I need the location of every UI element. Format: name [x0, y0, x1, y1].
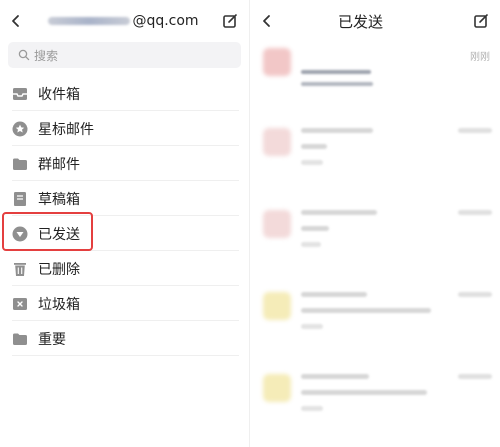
folder-spam[interactable]: 垃圾箱 — [0, 286, 249, 321]
blurred-sender — [301, 128, 373, 133]
folder-label: 星标邮件 — [38, 121, 94, 138]
compose-icon — [474, 14, 488, 28]
star-icon — [12, 121, 28, 137]
right-topbar: 已发送 — [251, 0, 500, 42]
blurred-time — [458, 374, 492, 379]
blurred-preview — [301, 160, 323, 165]
search-icon — [18, 49, 30, 61]
blurred-subject — [301, 70, 371, 74]
blurred-preview — [301, 324, 323, 329]
blurred-account-name — [48, 17, 131, 25]
folder-label: 垃圾箱 — [38, 296, 80, 313]
list-item[interactable]: 刚刚 — [251, 42, 500, 122]
account-domain: @qq.com — [132, 13, 199, 29]
avatar — [263, 292, 291, 320]
folder-important[interactable]: 重要 — [0, 321, 249, 356]
avatar — [263, 48, 291, 76]
spam-icon — [12, 296, 28, 312]
avatar — [263, 128, 291, 156]
blurred-subject — [301, 390, 427, 395]
folder-starred[interactable]: 星标邮件 — [0, 111, 249, 146]
blurred-subject — [301, 226, 329, 231]
draft-icon — [12, 191, 28, 207]
folder-label: 重要 — [38, 331, 66, 348]
mail-time: 刚刚 — [470, 52, 490, 63]
folder-label: 草稿箱 — [38, 191, 80, 208]
blurred-subject — [301, 144, 327, 149]
right-pane: 已发送 刚刚 — [251, 0, 500, 447]
list-item[interactable] — [251, 204, 500, 286]
blurred-time — [458, 128, 492, 133]
left-pane: @qq.com 搜索 收件箱 星标邮件 群邮件 草稿箱 已发送 已删除 垃圾箱 … — [0, 0, 250, 447]
folder-drafts[interactable]: 草稿箱 — [0, 181, 249, 216]
folder-label: 收件箱 — [38, 86, 80, 103]
blurred-sender — [301, 374, 369, 379]
blurred-sender — [301, 210, 377, 215]
folder-deleted[interactable]: 已删除 — [0, 251, 249, 286]
back-button[interactable] — [4, 9, 28, 33]
account-address[interactable]: @qq.com — [28, 13, 219, 29]
list-item[interactable] — [251, 122, 500, 204]
folder-inbox[interactable]: 收件箱 — [0, 76, 249, 111]
blurred-time — [458, 210, 492, 215]
blurred-preview — [301, 242, 321, 247]
chevron-left-icon — [12, 15, 19, 27]
blurred-time — [458, 292, 492, 297]
back-button[interactable] — [255, 9, 279, 33]
blurred-preview — [301, 82, 373, 86]
compose-button[interactable] — [470, 10, 492, 32]
blurred-subject — [301, 308, 431, 313]
compose-icon — [223, 14, 237, 28]
trash-icon — [12, 261, 28, 277]
folder-label: 已删除 — [38, 261, 80, 278]
page-title: 已发送 — [337, 12, 383, 31]
sent-folder-highlight-box — [2, 212, 93, 251]
folder-label: 群邮件 — [38, 156, 80, 173]
list-item[interactable] — [251, 368, 500, 447]
avatar — [263, 374, 291, 402]
folder-icon — [12, 331, 28, 347]
mail-list: 刚刚 — [251, 42, 500, 447]
search-input[interactable]: 搜索 — [8, 42, 241, 68]
search-placeholder: 搜索 — [34, 48, 59, 63]
blurred-preview — [301, 406, 323, 411]
list-item[interactable] — [251, 286, 500, 368]
left-topbar: @qq.com — [0, 0, 249, 42]
folder-icon — [12, 156, 28, 172]
chevron-left-icon — [263, 15, 270, 27]
folder-group[interactable]: 群邮件 — [0, 146, 249, 181]
blurred-sender — [301, 292, 367, 297]
compose-button[interactable] — [219, 10, 241, 32]
inbox-icon — [12, 86, 28, 102]
avatar — [263, 210, 291, 238]
